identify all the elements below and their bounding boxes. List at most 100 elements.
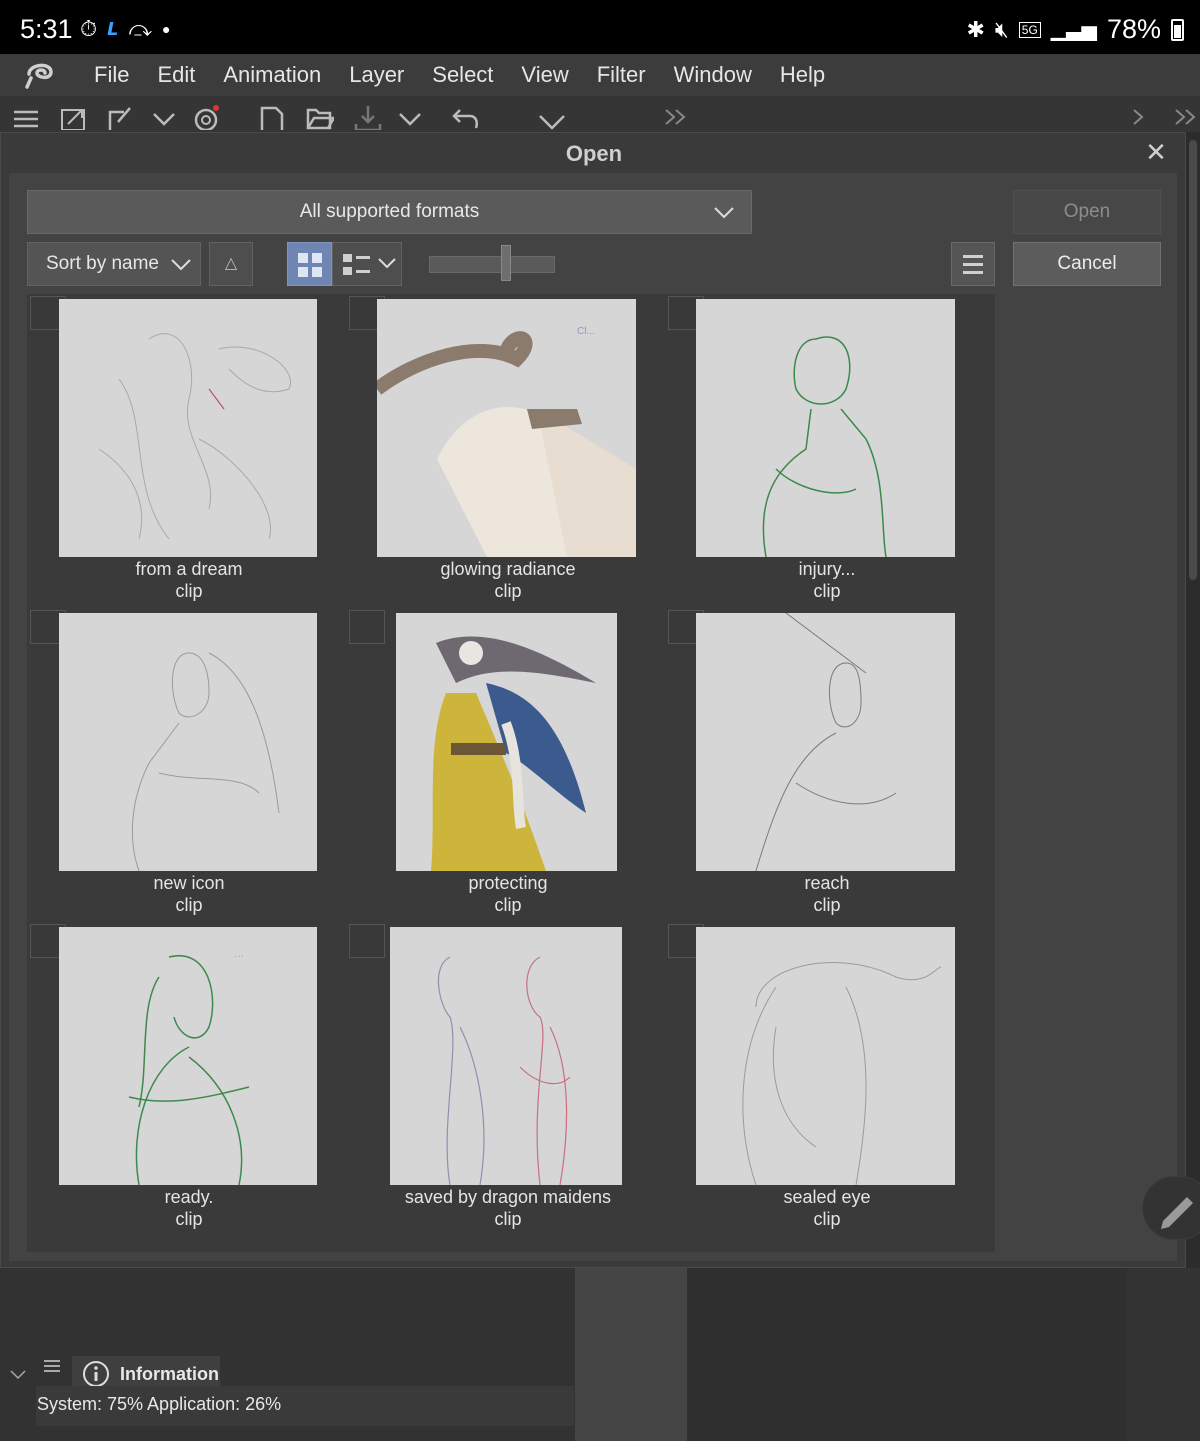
thumbnail-size-slider[interactable] [429,256,555,273]
close-icon[interactable]: ✕ [1141,137,1171,167]
file-ext: clip [175,1209,203,1229]
battery-percent: 78% [1106,14,1161,44]
file-name: from a dream [135,559,243,579]
menu-edit[interactable]: Edit [143,54,209,96]
file-item[interactable]: saved by dragon maidens clip [348,922,668,1236]
menu-bar: File Edit Animation Layer Select View Fi… [0,54,1200,96]
chevron-down-icon[interactable] [150,104,178,130]
status-right-icons: ✱ 🔇︎ 5G ▁▃▅ 78% [966,14,1184,45]
file-name: reach [804,873,850,893]
chevron-down-icon[interactable] [396,104,424,130]
file-ext: clip [175,895,203,915]
status-bar: 5:31 ⏱ ᒪ ⤼ ● ✱ 🔇︎ 5G ▁▃▅ 78% [0,0,1200,54]
right-scrollbar[interactable] [1186,132,1200,1268]
file-thumbnail [396,613,617,871]
menu-animation[interactable]: Animation [209,54,335,96]
file-item[interactable]: ... ready. clip [29,922,349,1236]
mute-icon: 🔇︎ [994,16,1009,42]
file-ext: clip [494,1209,522,1229]
slider-handle[interactable] [501,245,511,281]
dialog-body: All supported formats Open Cancel Sort b… [9,173,1177,1261]
sort-select[interactable]: Sort by name [27,242,201,286]
file-checkbox[interactable] [349,924,385,958]
file-name: new icon [153,873,225,893]
pen-button[interactable] [1142,1176,1200,1240]
new-file-icon[interactable] [258,104,286,130]
command-bar [0,96,1200,134]
open-folder-icon[interactable] [306,104,337,130]
status-left-icons: ⏱ ᒪ ⤼ ● [80,16,170,42]
information-label: Information [120,1363,219,1384]
chevron-down-icon[interactable] [538,104,566,130]
companion-icon[interactable] [192,104,220,132]
menu-layer[interactable]: Layer [335,54,418,96]
list-view-button[interactable] [332,242,402,286]
file-name: saved by dragon maidens [404,1187,612,1207]
file-item[interactable]: new icon clip [29,608,349,922]
file-thumbnail: Cl... [377,299,636,557]
file-item[interactable]: from a dream clip [29,294,349,608]
chevron-down-icon [171,259,191,271]
pen-icon [1161,1197,1193,1229]
file-item[interactable]: injury... clip [667,294,987,608]
file-item[interactable]: protecting clip [348,608,668,922]
hamburger-icon[interactable] [12,104,40,130]
menu-window[interactable]: Window [660,54,766,96]
app-notification-icon: ᒪ [107,18,119,39]
file-item[interactable]: reach clip [667,608,987,922]
chevron-down-icon[interactable] [8,1364,28,1384]
menu-filter[interactable]: Filter [583,54,660,96]
signal-icon: ▁▃▅ [1050,19,1097,41]
undo-icon[interactable] [452,104,480,130]
file-item[interactable]: Cl... glowing radiance clip [348,294,668,608]
redirect-icon: ⤼ [128,16,152,41]
status-time: 5:31 [20,14,73,44]
info-icon [83,1361,109,1387]
bottom-mid-panel [575,1268,687,1441]
bottom-far-panel [1127,1268,1200,1441]
menu-select[interactable]: Select [418,54,507,96]
expand-icon[interactable] [60,104,88,131]
chevron-right-icon[interactable] [1126,104,1154,130]
edit-canvas-icon[interactable] [108,104,136,130]
menu-view[interactable]: View [507,54,582,96]
options-menu-button[interactable] [951,242,995,286]
cancel-button[interactable]: Cancel [1013,242,1161,286]
file-name: protecting [468,873,548,893]
file-thumbnail [59,299,317,557]
file-ext: clip [494,581,522,601]
file-format-select[interactable]: All supported formats [27,190,752,234]
double-chevron-right-icon[interactable] [662,104,690,130]
file-ext: clip [813,1209,841,1229]
file-grid: from a dream clip Cl... glowing radiance… [27,294,995,1252]
dialog-title: Open [565,141,623,166]
file-name: glowing radiance [440,559,576,579]
sort-value: Sort by name [46,253,159,274]
scroll-thumb[interactable] [1189,140,1197,580]
svg-text:...: ... [234,946,244,960]
file-name: sealed eye [783,1187,871,1207]
double-chevron-right-icon[interactable] [1172,104,1200,130]
dot-icon: ● [161,21,171,37]
file-thumbnail [696,613,955,871]
bottom-right-panel [687,1268,1127,1441]
file-ext: clip [175,581,203,601]
file-format-value: All supported formats [299,201,480,222]
svg-text:Cl...: Cl... [577,326,595,337]
file-item[interactable]: sealed eye clip [667,922,987,1236]
grid-view-button[interactable] [287,242,332,286]
open-dialog: Open ✕ All supported formats Open Cancel… [0,132,1186,1268]
battery-icon [1171,18,1184,41]
menu-file[interactable]: File [80,54,143,96]
save-icon[interactable] [354,104,382,132]
panel-menu-icon[interactable] [44,1360,60,1374]
file-ext: clip [813,581,841,601]
file-checkbox[interactable] [349,610,385,644]
open-button[interactable]: Open [1013,190,1161,234]
app-logo-icon[interactable] [0,54,80,96]
file-thumbnail: ... [59,927,317,1185]
sort-direction-button[interactable]: △ [209,242,253,286]
file-name: ready. [164,1187,214,1207]
menu-help[interactable]: Help [766,54,839,96]
network-badge: 5G [1018,21,1041,38]
